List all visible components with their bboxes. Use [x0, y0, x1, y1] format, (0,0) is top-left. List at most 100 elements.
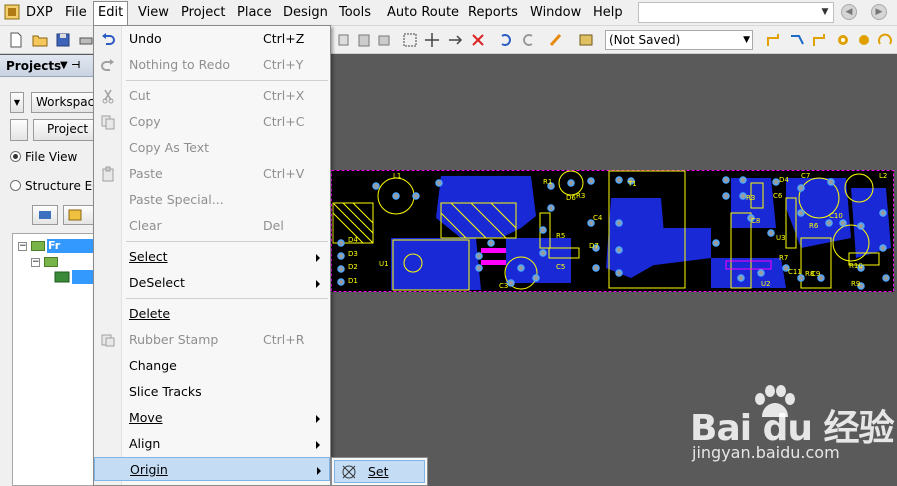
radio-checked-icon[interactable]: [10, 151, 21, 162]
route-bus-icon[interactable]: [789, 32, 805, 48]
menu-item-undo[interactable]: Undo Ctrl+Z: [94, 27, 330, 51]
deselect-icon[interactable]: [447, 32, 463, 48]
menu-auto-route[interactable]: Auto Route: [383, 4, 463, 21]
panel-title: Projects ▼ ⊣: [0, 55, 98, 77]
paste-icon[interactable]: [356, 32, 372, 48]
svg-text:L1: L1: [393, 172, 401, 180]
pcb-board[interactable]: L1 R1 R3 R5 D4 D3 D2 D1 U1 C4 C5 C3 D6 D7 T1 R3 C6 D4…: [331, 168, 897, 297]
place-arc-icon[interactable]: [877, 32, 893, 48]
menu-item-shortcut: Ctrl+X: [263, 88, 305, 103]
place-pad-icon[interactable]: [835, 32, 851, 48]
menu-item-paste[interactable]: Paste Ctrl+V: [94, 162, 330, 186]
svg-text:T1: T1: [627, 180, 637, 188]
menu-help[interactable]: Help: [589, 4, 627, 21]
file-view-option[interactable]: File View: [10, 150, 77, 164]
paste-icon: [102, 166, 114, 182]
rubber-stamp-icon[interactable]: [376, 32, 392, 48]
menu-item-shortcut: Ctrl+Y: [263, 57, 304, 72]
menu-item-origin[interactable]: Origin: [94, 457, 330, 481]
copy-icon[interactable]: [336, 32, 352, 48]
select-area-icon[interactable]: [402, 32, 418, 48]
dxp-logo-icon[interactable]: [4, 4, 20, 20]
menu-item-slice-tracks[interactable]: Slice Tracks: [94, 380, 330, 404]
menu-view[interactable]: View: [134, 4, 173, 21]
menu-item-clear[interactable]: Clear Del: [94, 214, 330, 238]
radio-unchecked-icon[interactable]: [10, 180, 21, 191]
workspace-dropdown-icon[interactable]: ▼: [10, 92, 24, 113]
open-folder-icon[interactable]: [32, 32, 48, 48]
menu-project[interactable]: Project: [177, 4, 229, 21]
menu-edit[interactable]: Edit: [93, 1, 129, 25]
browse-icon[interactable]: [578, 32, 594, 48]
menu-file[interactable]: File: [61, 4, 91, 21]
place-via-icon[interactable]: [856, 32, 872, 48]
svg-text:C4: C4: [593, 214, 603, 222]
menu-item-move[interactable]: Move: [94, 406, 330, 430]
menu-item-align[interactable]: Align: [94, 432, 330, 456]
tree-collapse-icon[interactable]: −: [31, 258, 40, 267]
project-button[interactable]: Project: [33, 119, 98, 141]
menu-dxp[interactable]: DXP: [22, 4, 57, 21]
menu-item-label: DeSelect: [129, 275, 185, 290]
project-dropdown[interactable]: [10, 119, 28, 141]
menu-item-redo[interactable]: Nothing to Redo Ctrl+Y: [94, 53, 330, 77]
back-icon[interactable]: ◀: [841, 4, 857, 20]
forward-icon[interactable]: ▶: [871, 4, 887, 20]
move-icon[interactable]: [424, 32, 440, 48]
highlight-icon[interactable]: [548, 32, 564, 48]
clear-icon[interactable]: [470, 32, 486, 48]
redo-icon: [101, 59, 114, 71]
print-icon[interactable]: [78, 32, 94, 48]
save-icon[interactable]: [55, 32, 71, 48]
svg-text:D4: D4: [779, 176, 789, 184]
route-track-icon[interactable]: [766, 32, 782, 48]
menu-item-paste-special[interactable]: Paste Special...: [94, 188, 330, 212]
svg-text:L2: L2: [879, 172, 887, 180]
submenu-arrow-icon: [316, 254, 320, 262]
menu-item-deselect[interactable]: DeSelect: [94, 271, 330, 295]
panel-menu-icon[interactable]: ▼ ⊣: [60, 55, 80, 77]
route-diff-icon[interactable]: [812, 32, 828, 48]
watermark-url: jingyan.baidu.com: [692, 443, 840, 462]
menu-item-copy[interactable]: Copy Ctrl+C: [94, 110, 330, 134]
menu-item-shortcut: Ctrl+R: [263, 332, 305, 347]
menu-item-delete[interactable]: Delete: [94, 302, 330, 326]
svg-text:R9: R9: [851, 280, 860, 288]
pcb-drawing[interactable]: L1 R1 R3 R5 D4 D3 D2 D1 U1 C4 C5 C3 D6 D7 T1 R3 C6 D4…: [331, 168, 897, 294]
undo-icon[interactable]: [497, 32, 513, 48]
rubber-stamp-icon: [101, 334, 115, 347]
workspace-icon-button[interactable]: [32, 205, 58, 225]
menu-tools[interactable]: Tools: [335, 4, 375, 21]
workspace-button[interactable]: Workspace: [31, 92, 98, 113]
menu-item-label: Copy As Text: [129, 140, 209, 155]
menu-reports[interactable]: Reports: [464, 4, 522, 21]
menu-design[interactable]: Design: [279, 4, 332, 21]
menu-window[interactable]: Window: [526, 4, 585, 21]
structure-editor-option[interactable]: Structure Edi: [10, 179, 103, 193]
folder-icon: [31, 241, 45, 251]
project-icon-button[interactable]: [63, 205, 97, 225]
menu-item-shortcut: Ctrl+V: [263, 166, 305, 181]
workspace-icon: [39, 211, 51, 219]
path-combo[interactable]: [638, 2, 834, 23]
menu-item-rubber-stamp[interactable]: Rubber Stamp Ctrl+R: [94, 328, 330, 352]
submenu-item-set[interactable]: Set: [334, 460, 425, 483]
chevron-down-icon[interactable]: ▼: [818, 4, 832, 20]
project-icon: [68, 209, 82, 221]
svg-text:C3: C3: [499, 282, 508, 290]
new-document-icon[interactable]: [8, 32, 24, 48]
svg-text:D6: D6: [566, 194, 576, 202]
menu-item-select[interactable]: Select: [94, 245, 330, 269]
tree-collapse-icon[interactable]: −: [18, 242, 27, 251]
origin-submenu: Set: [331, 457, 428, 486]
menu-place[interactable]: Place: [233, 4, 276, 21]
menu-item-change[interactable]: Change: [94, 354, 330, 378]
saved-state-combo[interactable]: (Not Saved) ▼: [605, 30, 753, 50]
menu-item-cut[interactable]: Cut Ctrl+X: [94, 84, 330, 108]
tree-root-item[interactable]: Fr: [47, 239, 97, 253]
menu-separator: [126, 80, 328, 81]
menu-item-copy-as-text[interactable]: Copy As Text: [94, 136, 330, 160]
redo-icon[interactable]: [521, 32, 537, 48]
svg-text:R1: R1: [543, 178, 552, 186]
chevron-down-icon[interactable]: ▼: [743, 31, 750, 49]
